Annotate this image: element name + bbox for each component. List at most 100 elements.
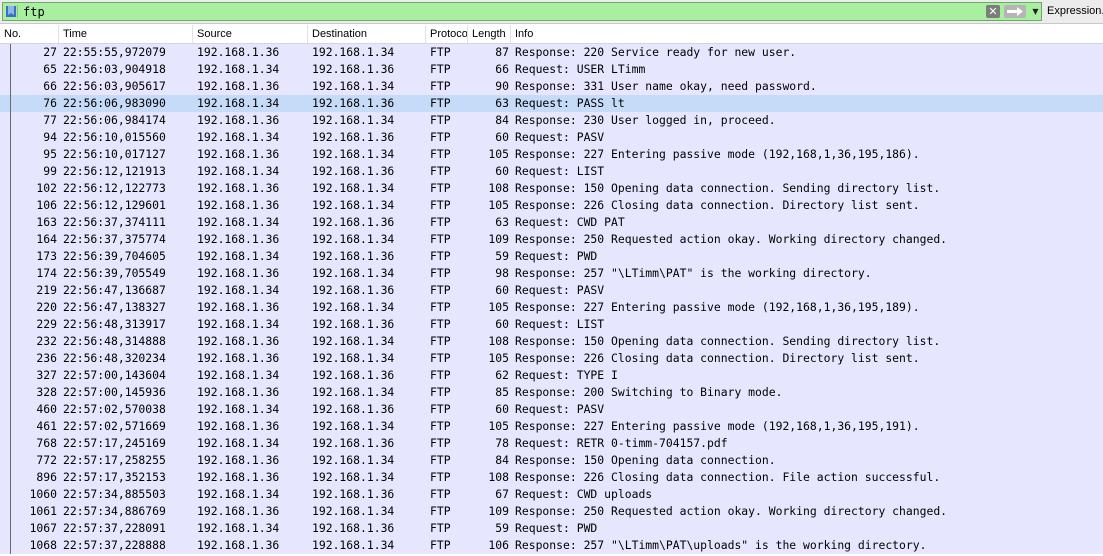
packet-time: 22:56:39,705549 (63, 266, 166, 280)
packet-destination: 192.168.1.36 (312, 96, 395, 110)
bookmark-icon[interactable] (5, 5, 18, 18)
packet-row[interactable]: 94 22:56:10,015560 192.168.1.34 192.168.1.3… (0, 129, 1103, 146)
packet-protocol: FTP (430, 402, 451, 416)
packet-row[interactable]: 65 22:56:03,904918 192.168.1.34 192.168.1.3… (0, 61, 1103, 78)
packet-time: 22:57:00,143604 (63, 368, 166, 382)
packet-row[interactable]: 461 22:57:02,571669 192.168.1.36 192.168.1.… (0, 418, 1103, 435)
packet-protocol: FTP (430, 249, 451, 263)
column-header-length[interactable]: Length (468, 25, 511, 43)
packet-source: 192.168.1.36 (197, 113, 280, 127)
packet-source: 192.168.1.34 (197, 368, 280, 382)
packet-row[interactable]: 174 22:56:39,705549 192.168.1.36 192.168.1.… (0, 265, 1103, 282)
packet-protocol: FTP (430, 419, 451, 433)
packet-protocol: FTP (430, 470, 451, 484)
packet-info: Response: 227 Entering passive mode (192… (515, 419, 920, 433)
packet-no: 1061 (29, 504, 57, 518)
packet-info: Response: 227 Entering passive mode (192… (515, 300, 920, 314)
packet-length: 66 (495, 62, 509, 76)
packet-row[interactable]: 102 22:56:12,122773 192.168.1.36 192.168.1.… (0, 180, 1103, 197)
packet-time: 22:57:37,228091 (63, 521, 166, 535)
packet-no: 164 (36, 232, 57, 246)
packet-source: 192.168.1.34 (197, 521, 280, 535)
packet-protocol: FTP (430, 385, 451, 399)
packet-protocol: FTP (430, 215, 451, 229)
packet-row[interactable]: 76 22:56:06,983090 192.168.1.34 192.168.1.3… (0, 95, 1103, 112)
packet-row[interactable]: 236 22:56:48,320234 192.168.1.36 192.168.1.… (0, 350, 1103, 367)
packet-protocol: FTP (430, 317, 451, 331)
packet-row[interactable]: 77 22:56:06,984174 192.168.1.36 192.168.1.3… (0, 112, 1103, 129)
column-header-no[interactable]: No. (0, 25, 59, 43)
packet-destination: 192.168.1.34 (312, 504, 395, 518)
apply-filter-icon[interactable] (1004, 5, 1026, 18)
packet-row[interactable]: 173 22:56:39,704605 192.168.1.34 192.168.1.… (0, 248, 1103, 265)
clear-filter-icon[interactable]: ✕ (986, 5, 1000, 18)
packet-row[interactable]: 106 22:56:12,129601 192.168.1.36 192.168.1.… (0, 197, 1103, 214)
packet-destination: 192.168.1.36 (312, 487, 395, 501)
packet-info: Response: 150 Opening data connection. (515, 453, 776, 467)
packet-length: 105 (488, 419, 509, 433)
packet-info: Response: 230 User logged in, proceed. (515, 113, 776, 127)
packet-length: 60 (495, 283, 509, 297)
packet-row[interactable]: 66 22:56:03,905617 192.168.1.36 192.168.1.3… (0, 78, 1103, 95)
column-header-time[interactable]: Time (59, 25, 193, 43)
packet-time: 22:56:03,904918 (63, 62, 166, 76)
packet-row[interactable]: 460 22:57:02,570038 192.168.1.34 192.168.1.… (0, 401, 1103, 418)
packet-length: 59 (495, 521, 509, 535)
packet-row[interactable]: 232 22:56:48,314888 192.168.1.36 192.168.1.… (0, 333, 1103, 350)
packet-destination: 192.168.1.34 (312, 232, 395, 246)
packet-row[interactable]: 1061 22:57:34,886769 192.168.1.36 192.168.1… (0, 503, 1103, 520)
packet-time: 22:56:12,122773 (63, 181, 166, 195)
packet-row[interactable]: 768 22:57:17,245169 192.168.1.34 192.168.1.… (0, 435, 1103, 452)
packet-row[interactable]: 220 22:56:47,138327 192.168.1.36 192.168.1.… (0, 299, 1103, 316)
packet-destination: 192.168.1.34 (312, 266, 395, 280)
packet-info: Response: 250 Requested action okay. Wor… (515, 232, 948, 246)
packet-protocol: FTP (430, 453, 451, 467)
packet-row[interactable]: 1068 22:57:37,228888 192.168.1.36 192.168.1… (0, 537, 1103, 554)
expression-button[interactable]: Expression... (1047, 4, 1103, 18)
column-header-info[interactable]: Info (511, 25, 1103, 43)
packet-destination: 192.168.1.36 (312, 436, 395, 450)
packet-row[interactable]: 896 22:57:17,352153 192.168.1.36 192.168.1.… (0, 469, 1103, 486)
packet-row[interactable]: 99 22:56:12,121913 192.168.1.34 192.168.1.3… (0, 163, 1103, 180)
packet-row[interactable]: 1060 22:57:34,885503 192.168.1.34 192.168.1… (0, 486, 1103, 503)
packet-row[interactable]: 27 22:55:55,972079 192.168.1.36 192.168.1.3… (0, 44, 1103, 61)
chevron-down-icon[interactable]: ▼ (1030, 5, 1041, 18)
packet-info: Request: TYPE I (515, 368, 618, 382)
packet-row[interactable]: 1067 22:57:37,228091 192.168.1.34 192.168.1… (0, 520, 1103, 537)
packet-protocol: FTP (430, 113, 451, 127)
packet-source: 192.168.1.36 (197, 334, 280, 348)
packet-time: 22:56:47,136687 (63, 283, 166, 297)
column-header-source[interactable]: Source (193, 25, 308, 43)
packet-protocol: FTP (430, 130, 451, 144)
packet-row[interactable]: 327 22:57:00,143604 192.168.1.34 192.168.1.… (0, 367, 1103, 384)
packet-row[interactable]: 772 22:57:17,258255 192.168.1.36 192.168.1.… (0, 452, 1103, 469)
packet-length: 105 (488, 147, 509, 161)
packet-length: 62 (495, 368, 509, 382)
packet-source: 192.168.1.34 (197, 96, 280, 110)
packet-row[interactable]: 163 22:56:37,374111 192.168.1.34 192.168.1.… (0, 214, 1103, 231)
packet-source: 192.168.1.34 (197, 436, 280, 450)
packet-info: Response: 150 Opening data connection. S… (515, 181, 941, 195)
packet-no: 772 (36, 453, 57, 467)
packet-length: 109 (488, 504, 509, 518)
display-filter-input[interactable]: ftp ✕ ▼ (2, 2, 1042, 21)
packet-length: 109 (488, 232, 509, 246)
packet-time: 22:56:47,138327 (63, 300, 166, 314)
packet-source: 192.168.1.36 (197, 300, 280, 314)
filter-text[interactable]: ftp (23, 5, 45, 19)
packet-row[interactable]: 164 22:56:37,375774 192.168.1.36 192.168.1.… (0, 231, 1103, 248)
packet-row[interactable]: 95 22:56:10,017127 192.168.1.36 192.168.1.3… (0, 146, 1103, 163)
packet-row[interactable]: 219 22:56:47,136687 192.168.1.34 192.168.1.… (0, 282, 1103, 299)
packet-no: 768 (36, 436, 57, 450)
packet-source: 192.168.1.36 (197, 232, 280, 246)
packet-row[interactable]: 328 22:57:00,145936 192.168.1.36 192.168.1.… (0, 384, 1103, 401)
column-header-protocol[interactable]: Protocol (426, 25, 468, 43)
packet-info: Response: 150 Opening data connection. S… (515, 334, 941, 348)
packet-protocol: FTP (430, 79, 451, 93)
packet-row[interactable]: 229 22:56:48,313917 192.168.1.34 192.168.1.… (0, 316, 1103, 333)
packet-length: 59 (495, 249, 509, 263)
packet-info: Request: USER LTimm (515, 62, 646, 76)
column-header-destination[interactable]: Destination (308, 25, 426, 43)
packet-destination: 192.168.1.36 (312, 249, 395, 263)
packet-no: 1060 (29, 487, 57, 501)
